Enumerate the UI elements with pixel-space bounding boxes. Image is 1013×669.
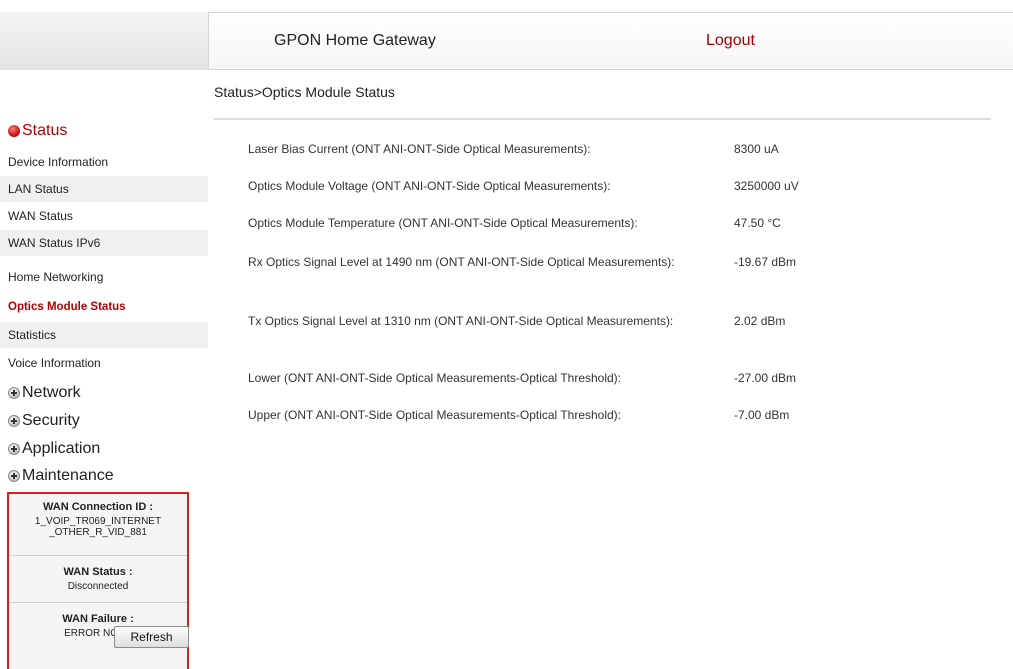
sidebar-item-wan-status[interactable]: WAN Status [0, 203, 208, 229]
menu-group-label: Maintenance [22, 467, 114, 484]
measurement-label: Tx Optics Signal Level at 1310 nm (ONT A… [248, 314, 674, 328]
menu-group-label: Network [22, 384, 81, 401]
menu-group-network[interactable]: Network [8, 384, 81, 402]
menu-group-status[interactable]: Status [8, 122, 67, 140]
expand-icon [8, 443, 20, 455]
menu-group-label: Security [22, 412, 80, 429]
measurement-value: -7.00 dBm [734, 408, 790, 422]
measurement-label: Upper (ONT ANI-ONT-Side Optical Measurem… [248, 408, 622, 422]
refresh-button[interactable]: Refresh [114, 626, 189, 648]
measurement-value: -27.00 dBm [734, 371, 797, 385]
expand-icon [8, 415, 20, 427]
logout-link[interactable]: Logout [706, 32, 755, 50]
wan-status-label: WAN Status : [63, 566, 133, 578]
left-header-band [0, 12, 208, 70]
menu-group-application[interactable]: Application [8, 440, 100, 458]
collapse-icon [8, 125, 20, 137]
menu-group-maintenance[interactable]: Maintenance [8, 467, 114, 485]
wan-connection-id-line2: _OTHER_R_VID_881 [49, 527, 147, 538]
sidebar-item-device-information[interactable]: Device Information [0, 149, 208, 175]
header-divider [214, 118, 991, 120]
wan-status-value: Disconnected [67, 581, 129, 592]
sidebar-item-optics-module-status[interactable]: Optics Module Status [0, 294, 208, 320]
sidebar-item-wan-status-ipv6[interactable]: WAN Status IPv6 [0, 230, 208, 256]
wan-status-section: WAN Status : Disconnected [9, 556, 187, 603]
measurement-value: 2.02 dBm [734, 314, 786, 328]
menu-group-label: Application [22, 440, 101, 457]
top-header-bar: GPON Home Gateway Logout [208, 12, 1013, 70]
breadcrumb: Status>Optics Module Status [214, 84, 395, 100]
measurement-label: Lower (ONT ANI-ONT-Side Optical Measurem… [248, 371, 622, 385]
measurement-label: Optics Module Temperature (ONT ANI-ONT-S… [248, 216, 638, 230]
wan-connection-id-line1: 1_VOIP_TR069_INTERNET [34, 516, 162, 527]
expand-icon [8, 470, 20, 482]
measurement-value: 3250000 uV [734, 179, 799, 193]
menu-group-security[interactable]: Security [8, 412, 80, 430]
measurement-value: 47.50 °C [734, 216, 781, 230]
measurement-label: Laser Bias Current (ONT ANI-ONT-Side Opt… [248, 142, 591, 156]
menu-group-label: Status [22, 122, 68, 139]
wan-connection-section: WAN Connection ID : 1_VOIP_TR069_INTERNE… [9, 494, 187, 556]
measurement-label: Rx Optics Signal Level at 1490 nm (ONT A… [248, 255, 675, 269]
sidebar-item-statistics[interactable]: Statistics [0, 322, 208, 348]
wan-failure-label: WAN Failure : [62, 613, 134, 625]
sidebar-item-lan-status[interactable]: LAN Status [0, 176, 208, 202]
sidebar-item-voice-information[interactable]: Voice Information [0, 350, 208, 376]
gateway-title: GPON Home Gateway [274, 32, 436, 49]
measurement-label: Optics Module Voltage (ONT ANI-ONT-Side … [248, 179, 611, 193]
expand-icon [8, 387, 20, 399]
measurement-value: -19.67 dBm [734, 255, 797, 269]
sidebar-item-home-networking[interactable]: Home Networking [0, 264, 208, 290]
wan-info-panel: WAN Connection ID : 1_VOIP_TR069_INTERNE… [7, 492, 189, 669]
measurement-value: 8300 uA [734, 142, 779, 156]
wan-connection-id-label: WAN Connection ID : [43, 501, 153, 513]
